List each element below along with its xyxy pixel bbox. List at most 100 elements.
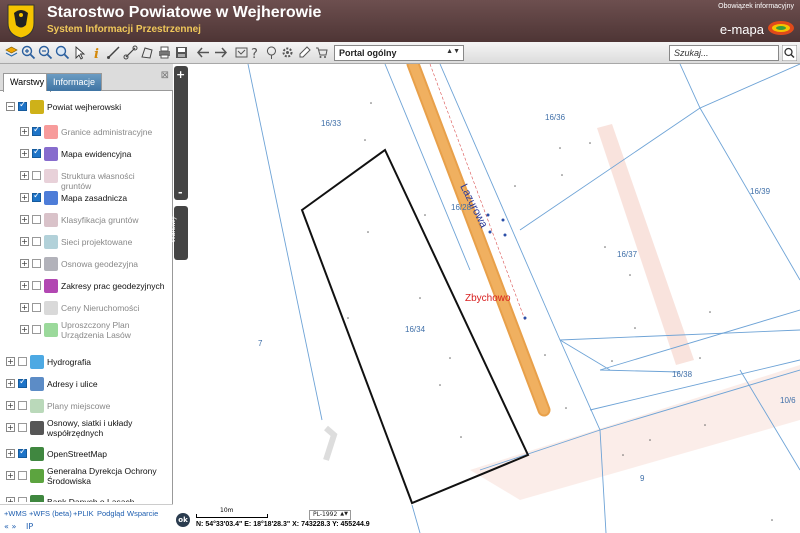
zoom-out-button[interactable]: - [178, 186, 183, 199]
settings-icon[interactable] [280, 45, 295, 60]
expand-toggle-icon[interactable]: + [20, 215, 29, 224]
cart-icon[interactable] [314, 45, 329, 60]
zoom-in-button[interactable]: + [176, 68, 185, 81]
save-icon[interactable] [174, 45, 189, 60]
layer-item[interactable]: − Powiat wejherowski [0, 100, 173, 120]
layer-item[interactable]: + Osnowy, siatki i układy współrzędnych [0, 418, 173, 441]
print-icon[interactable] [157, 45, 172, 60]
ip-link[interactable]: IP [26, 522, 33, 531]
layer-checkbox[interactable] [32, 259, 41, 268]
balloon-icon[interactable] [264, 45, 279, 60]
expand-toggle-icon[interactable]: + [6, 423, 15, 432]
expand-toggle-icon[interactable]: + [20, 149, 29, 158]
tab-layers[interactable]: Warstwy [3, 73, 52, 92]
expand-toggle-icon[interactable]: + [20, 171, 29, 180]
layer-item[interactable]: + Osnowa geodezyjna [0, 257, 173, 277]
layer-checkbox[interactable] [32, 303, 41, 312]
expand-toggle-icon[interactable]: + [20, 259, 29, 268]
zoom-extent-icon[interactable] [55, 45, 70, 60]
search-icon[interactable] [782, 45, 797, 61]
info-icon[interactable]: i [89, 45, 104, 60]
layer-item[interactable]: + Zakresy prac geodezyjnych [0, 279, 173, 299]
layer-checkbox[interactable] [18, 447, 27, 458]
layer-item[interactable]: + Generalna Dyrekcja Ochrony Środowiska [0, 466, 173, 489]
layer-item[interactable]: + Adresy i ulice [0, 377, 173, 397]
layer-item[interactable]: + Mapa ewidencyjna [0, 147, 173, 167]
expand-toggle-icon[interactable]: + [6, 449, 15, 458]
road-edge-dashed [429, 64, 526, 321]
search-input[interactable]: Szukaj... [669, 45, 779, 61]
add-wfs-link[interactable]: +WFS (beta) [29, 509, 72, 518]
layer-item[interactable]: + Uproszczony Plan Urządzenia Lasów [0, 320, 173, 343]
layer-checkbox[interactable] [32, 215, 41, 224]
ok-button[interactable]: ok [176, 513, 190, 527]
osm-icon [30, 447, 44, 461]
select-arrow-icon[interactable] [72, 45, 87, 60]
layer-item[interactable]: + Struktura własności gruntów [0, 169, 173, 191]
add-wms-link[interactable]: +WMS [4, 509, 27, 518]
layer-checkbox[interactable] [18, 423, 27, 432]
expand-toggle-icon[interactable]: + [20, 281, 29, 290]
layer-checkbox[interactable] [18, 471, 27, 480]
layer-checkbox[interactable] [32, 237, 41, 246]
layer-checkbox[interactable] [18, 497, 27, 502]
layer-checkbox[interactable] [32, 147, 41, 158]
portal-select[interactable]: Portal ogólny ▲▼ [334, 45, 464, 61]
layers-side-tab[interactable]: Warstwy [170, 206, 188, 260]
layer-item[interactable]: + Ceny Nieruchomości [0, 301, 173, 321]
chevron-down-icon: ▲▼ [340, 511, 348, 517]
expand-toggle-icon[interactable]: + [6, 471, 15, 480]
layer-item[interactable]: + Bank Danych o Lasach [0, 495, 173, 502]
layer-checkbox[interactable] [32, 171, 41, 180]
measure-link-icon[interactable] [123, 45, 138, 60]
expand-toggle-icon[interactable]: + [6, 357, 15, 366]
layer-checkbox[interactable] [32, 281, 41, 290]
expand-toggle-icon[interactable]: + [20, 127, 29, 136]
app-subtitle: System Informacji Przestrzennej [47, 24, 201, 35]
panel-nav-arrows[interactable]: « » [4, 522, 16, 531]
layers-icon[interactable] [4, 45, 19, 60]
layer-item[interactable]: + Plany miejscowe [0, 399, 173, 419]
expand-toggle-icon[interactable]: + [6, 497, 15, 502]
zoom-back-icon[interactable] [196, 45, 211, 60]
preview-link[interactable]: Podgląd [97, 509, 125, 518]
crs-select[interactable]: PL-1992 ▲▼ [309, 510, 351, 520]
layer-item[interactable]: + Granice administracyjne [0, 125, 173, 145]
grid-icon [30, 421, 44, 435]
expand-toggle-icon[interactable]: + [20, 325, 29, 334]
expand-toggle-icon[interactable]: + [20, 303, 29, 312]
layer-item[interactable]: + Klasyfikacja gruntów [0, 213, 173, 233]
support-link[interactable]: Wsparcie [127, 509, 158, 518]
boundary-icon [44, 125, 58, 139]
layer-checkbox[interactable] [18, 357, 27, 366]
layer-checkbox[interactable] [32, 191, 41, 202]
edit-icon[interactable] [297, 45, 312, 60]
collapse-panel-icon[interactable]: ⊠ [161, 70, 169, 81]
layer-item[interactable]: + Hydrografia [0, 355, 173, 375]
layer-item[interactable]: + Mapa zasadnicza [0, 191, 173, 211]
measure-area-icon[interactable] [140, 45, 155, 60]
measure-line-icon[interactable] [106, 45, 121, 60]
zoom-in-icon[interactable] [21, 45, 36, 60]
help-icon[interactable]: ? [248, 45, 263, 60]
duty-info-link[interactable]: Obowiązek informacyjny [718, 3, 794, 10]
base-map-icon [44, 191, 58, 205]
expand-toggle-icon[interactable]: + [6, 379, 15, 388]
layer-checkbox[interactable] [18, 401, 27, 410]
layer-checkbox[interactable] [18, 100, 27, 111]
layer-item[interactable]: + OpenStreetMap [0, 447, 173, 467]
expand-toggle-icon[interactable]: + [20, 237, 29, 246]
zoom-out-icon[interactable] [38, 45, 53, 60]
app-title: Starostwo Powiatowe w Wejherowie [47, 4, 322, 21]
add-file-link[interactable]: +PLIK [73, 509, 94, 518]
zoom-forward-icon[interactable] [213, 45, 228, 60]
tab-information[interactable]: Informacje [46, 73, 103, 91]
pan-view-icon[interactable] [234, 45, 249, 60]
layer-checkbox[interactable] [32, 125, 41, 136]
layer-checkbox[interactable] [32, 325, 41, 334]
layer-item[interactable]: + Sieci projektowane [0, 235, 173, 255]
expand-toggle-icon[interactable]: − [6, 102, 15, 111]
layer-checkbox[interactable] [18, 377, 27, 388]
expand-toggle-icon[interactable]: + [20, 193, 29, 202]
expand-toggle-icon[interactable]: + [6, 401, 15, 410]
